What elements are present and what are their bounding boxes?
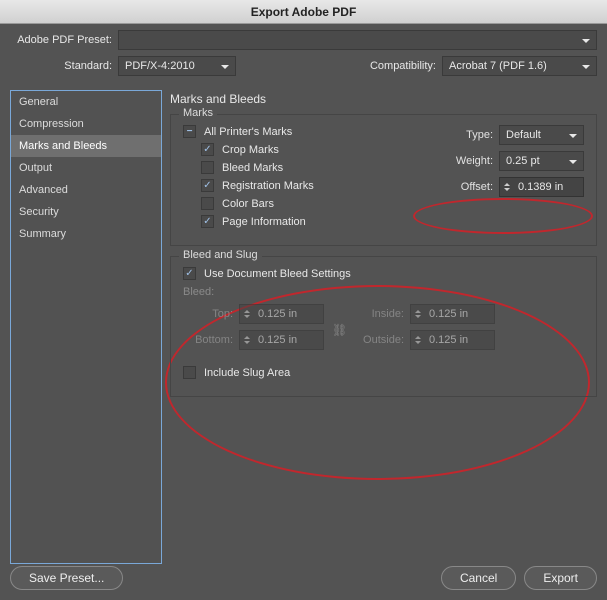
- marks-group: Marks All Printer's Marks Crop Marks: [170, 114, 597, 246]
- page-information-label: Page Information: [222, 216, 306, 228]
- bleed-outside-label: Outside:: [354, 334, 410, 346]
- include-slug-check[interactable]: [183, 366, 196, 379]
- weight-dropdown[interactable]: 0.25 pt: [499, 151, 584, 171]
- panel-heading: Marks and Bleeds: [170, 92, 597, 106]
- registration-marks-label: Registration Marks: [222, 180, 314, 192]
- window-title: Export Adobe PDF: [0, 0, 607, 24]
- standard-label: Standard:: [10, 60, 118, 72]
- stepper-arrows-icon: [240, 331, 254, 349]
- stepper-arrows-icon: [240, 305, 254, 323]
- marks-group-title: Marks: [179, 107, 217, 119]
- use-doc-bleed-label: Use Document Bleed Settings: [204, 268, 351, 280]
- link-icon: ⛓: [332, 323, 346, 337]
- color-bars-label: Color Bars: [222, 198, 274, 210]
- sidebar-item-output[interactable]: Output: [11, 157, 161, 179]
- offset-label: Offset:: [461, 181, 499, 193]
- preset-label: Adobe PDF Preset:: [10, 34, 118, 46]
- bleed-top-label: Top:: [183, 308, 239, 320]
- bleed-heading: Bleed:: [183, 286, 584, 298]
- bleed-marks-label: Bleed Marks: [222, 162, 283, 174]
- all-printers-marks-label: All Printer's Marks: [204, 126, 292, 138]
- crop-marks-label: Crop Marks: [222, 144, 279, 156]
- sidebar-item-marks[interactable]: Marks and Bleeds: [11, 135, 161, 157]
- type-dropdown[interactable]: Default: [499, 125, 584, 145]
- preset-dropdown[interactable]: [118, 30, 597, 50]
- sidebar-item-summary[interactable]: Summary: [11, 223, 161, 245]
- compatibility-label: Compatibility:: [370, 60, 442, 72]
- registration-marks-check[interactable]: [201, 179, 214, 192]
- bleed-outside-input: 0.125 in: [410, 330, 495, 350]
- compatibility-dropdown[interactable]: Acrobat 7 (PDF 1.6): [442, 56, 597, 76]
- sidebar-item-general[interactable]: General: [11, 91, 161, 113]
- stepper-arrows-icon: [411, 305, 425, 323]
- sidebar-item-compression[interactable]: Compression: [11, 113, 161, 135]
- stepper-arrows-icon: [411, 331, 425, 349]
- bleed-top-input: 0.125 in: [239, 304, 324, 324]
- bleed-slug-group: Bleed and Slug Use Document Bleed Settin…: [170, 256, 597, 397]
- weight-label: Weight:: [456, 155, 499, 167]
- save-preset-button[interactable]: Save Preset...: [10, 566, 123, 590]
- bleed-inside-label: Inside:: [354, 308, 410, 320]
- bleed-inside-input: 0.125 in: [410, 304, 495, 324]
- use-doc-bleed-check[interactable]: [183, 267, 196, 280]
- all-printers-marks-check[interactable]: [183, 125, 196, 138]
- export-button[interactable]: Export: [524, 566, 597, 590]
- bleed-slug-group-title: Bleed and Slug: [179, 249, 262, 261]
- category-sidebar: General Compression Marks and Bleeds Out…: [10, 90, 162, 564]
- include-slug-label: Include Slug Area: [204, 367, 290, 379]
- bleed-marks-check[interactable]: [201, 161, 214, 174]
- crop-marks-check[interactable]: [201, 143, 214, 156]
- bleed-bottom-label: Bottom:: [183, 334, 239, 346]
- standard-dropdown[interactable]: PDF/X-4:2010: [118, 56, 236, 76]
- offset-input[interactable]: 0.1389 in: [499, 177, 584, 197]
- page-information-check[interactable]: [201, 215, 214, 228]
- bleed-bottom-input: 0.125 in: [239, 330, 324, 350]
- stepper-arrows-icon[interactable]: [500, 178, 514, 196]
- sidebar-item-security[interactable]: Security: [11, 201, 161, 223]
- color-bars-check[interactable]: [201, 197, 214, 210]
- cancel-button[interactable]: Cancel: [441, 566, 516, 590]
- sidebar-item-advanced[interactable]: Advanced: [11, 179, 161, 201]
- type-label: Type:: [466, 129, 499, 141]
